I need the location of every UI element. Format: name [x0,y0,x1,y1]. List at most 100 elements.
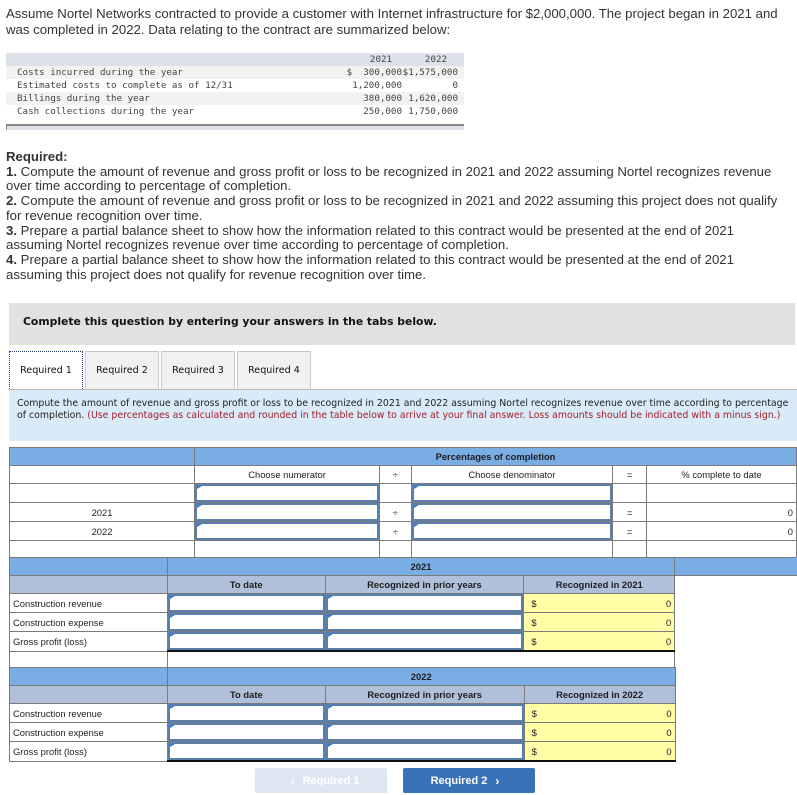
to-date-cell [166,612,326,632]
contract-data-header-2021: 2021 [340,53,402,66]
contract-data-header-2022: 2022 [402,53,464,66]
numerator-select[interactable] [195,522,380,540]
prior-years-header: Recognized in prior years [324,575,525,594]
percent-table-blank-row [8,540,797,559]
year-table-row: Construction revenue $0 [9,593,797,613]
year-label [8,483,196,503]
contract-data-row: Costs incurred during the year $ 300,000… [6,66,464,79]
prior-cell [324,703,525,723]
year-table-row: Gross profit (loss) $0 [9,631,797,652]
prior-years-input[interactable] [325,632,524,650]
required-item-text: Compute the amount of revenue and gross … [6,193,778,223]
required-item-number: 4. [6,251,17,267]
denominator-select[interactable] [411,522,613,540]
percent-result: 0 [646,521,797,541]
percent-table-row: 2022 ÷ = 0 [8,521,797,541]
numerator-select[interactable] [195,503,380,521]
chevron-left-icon: ‹ [290,773,295,788]
year-2021-table: 2021 To date Recognized in prior years R… [9,557,797,670]
spacer [674,685,797,704]
tab-required-2[interactable]: Required 2 [85,351,159,389]
dollar-sign: $ [531,597,537,609]
row-label: Construction revenue [9,593,168,613]
year-label: 2021 [8,502,196,522]
to-date-input[interactable] [167,594,325,612]
prior-years-input[interactable] [325,742,524,760]
numerator-select[interactable] [195,484,380,502]
contract-data-row: Cash collections during the year 250,000… [6,105,464,118]
denominator-cell [410,521,614,541]
dollar-sign: $ [531,726,537,738]
row-label: Cash collections during the year [6,105,340,118]
next-required-button[interactable]: Required 2 › [403,768,535,793]
prev-required-button[interactable]: ‹ Required 1 [255,768,387,793]
year-band-row: 2021 [9,557,797,576]
percent-table-header-row: Choose numerator ÷ Choose denominator = … [8,465,797,484]
equals-header: = [612,465,648,484]
dollar-sign: $ [531,707,537,719]
denominator-cell [410,483,614,503]
to-date-input[interactable] [167,723,325,741]
spacer [674,741,797,761]
prior-cell [324,593,525,613]
year-band-title: 2022 [166,667,676,686]
amount: 0 [665,597,672,609]
prior-cell [324,741,525,762]
amount: 0 [666,726,672,738]
current-year-value: $0 [523,703,676,723]
dollar-sign: $ [531,616,537,628]
instructions-box: Compute the amount of revenue and gross … [9,389,797,441]
required-item-number: 1. [6,163,17,179]
required-tabs: Required 1 Required 2 Required 3 Require… [9,351,313,389]
spacer [674,575,797,594]
row-label: Construction expense [9,722,168,742]
problem-intro: Assume Nortel Networks contracted to pro… [6,6,778,37]
percent-table-title: Percentages of completion [194,447,797,466]
to-date-input[interactable] [167,704,325,722]
to-date-input[interactable] [167,742,325,760]
denominator-select[interactable] [411,503,613,521]
band-spacer [9,557,168,576]
current-year-value: $0 [523,722,676,742]
year-2022-table: 2022 To date Recognized in prior years R… [9,667,797,762]
tab-required-4[interactable]: Required 4 [237,351,311,389]
result-header: % complete to date [646,465,797,484]
blank-cell [612,540,648,559]
year-table-row: Construction revenue $0 [9,703,797,723]
to-date-input[interactable] [167,613,325,631]
to-date-input[interactable] [167,632,325,650]
year-header-row: To date Recognized in prior years Recogn… [9,685,797,704]
required-item: 4. Prepare a partial balance sheet to sh… [6,251,791,282]
required-item-number: 2. [6,193,17,209]
percent-table-row [8,483,797,503]
current-year-header: Recognized in 2022 [523,685,676,704]
prior-cell [324,612,525,632]
prior-years-input[interactable] [325,613,524,631]
next-button-label: Required 2 [430,774,488,787]
amount: 0 [666,707,672,719]
header-spacer [9,575,168,594]
numerator-cell [194,502,381,522]
prior-years-input[interactable] [325,704,524,722]
contract-data-row: Billings during the year 380,000 1,620,0… [6,92,464,105]
spacer [674,722,797,742]
to-date-cell [166,703,326,723]
prior-cell [324,631,525,652]
current-year-value: $0 [523,741,676,762]
prior-years-input[interactable] [325,594,524,612]
dollar-sign: $ [531,635,537,647]
divide-symbol: ÷ [379,502,412,522]
required-item-text: Compute the amount of revenue and gross … [6,163,772,194]
prior-years-input[interactable] [325,723,524,741]
row-label: Construction revenue [9,703,168,723]
row-label: Costs incurred during the year [6,66,340,79]
amount: 0 [666,745,672,757]
row-label: Gross profit (loss) [9,741,168,762]
row-value-2021: 250,000 [340,105,402,118]
tab-required-1[interactable]: Required 1 [9,351,83,389]
denominator-select[interactable] [411,484,613,502]
prev-button-label: Required 1 [302,774,360,787]
percent-result [646,483,797,503]
tab-required-3[interactable]: Required 3 [161,351,235,389]
contract-data-table: 2021 2022 Costs incurred during the year… [6,53,464,118]
